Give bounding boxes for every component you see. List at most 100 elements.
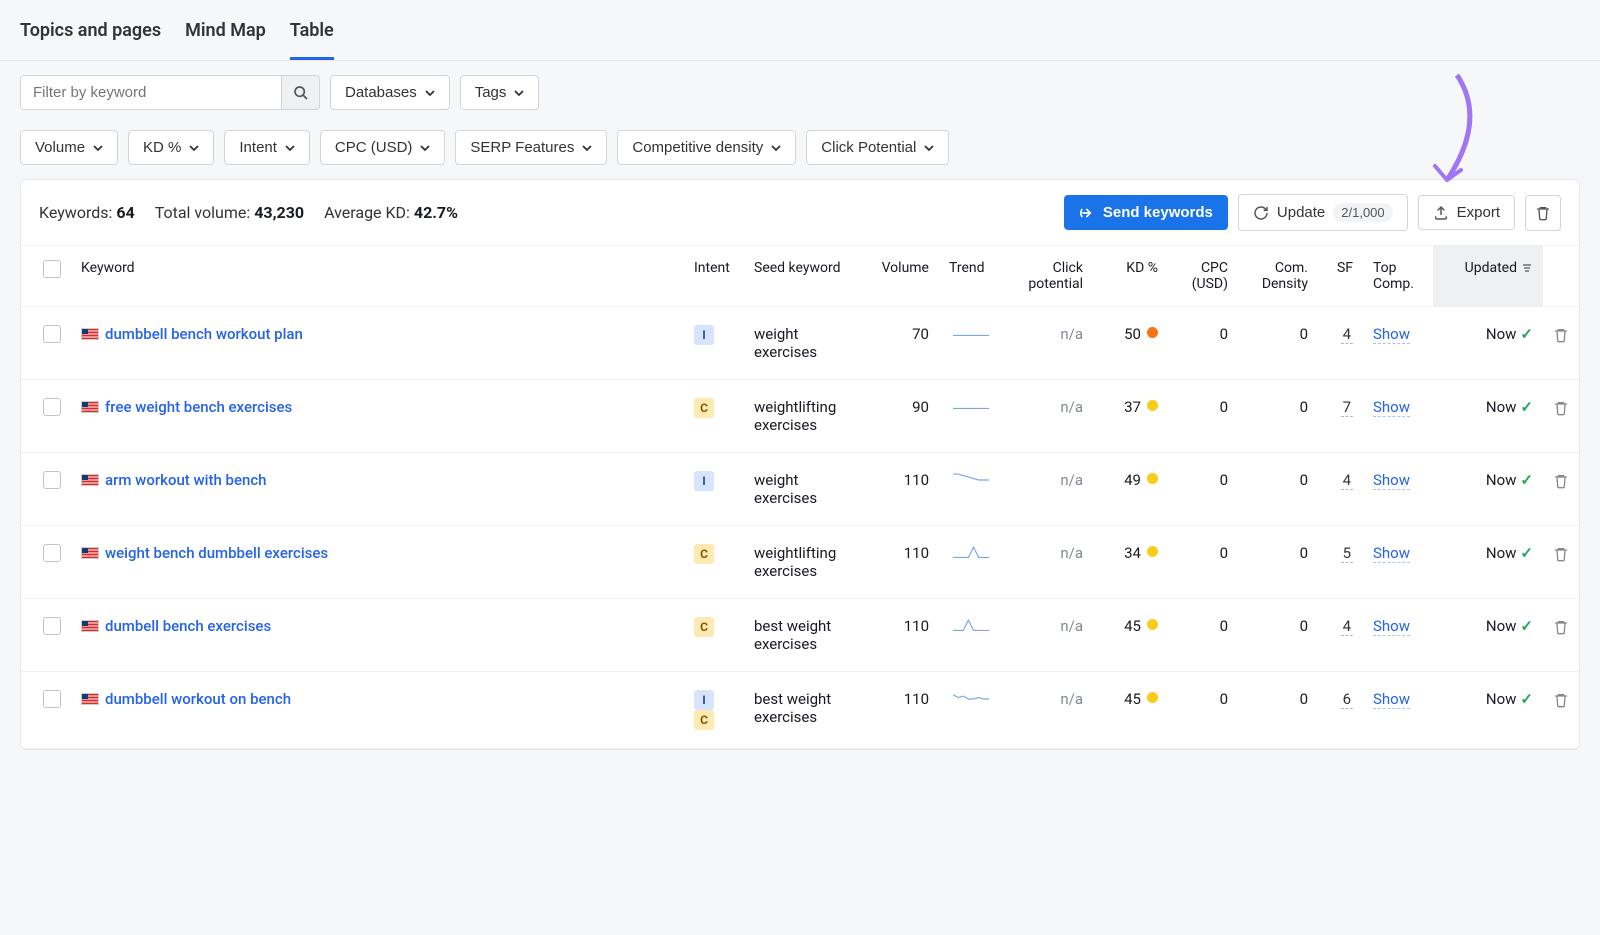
update-button[interactable]: Update 2/1,000	[1238, 194, 1408, 231]
keyword-link[interactable]: dumbbell workout on bench	[105, 690, 291, 708]
table-row: dumbbell bench workout planIweight exerc…	[21, 307, 1579, 380]
volume-value: 110	[864, 453, 939, 526]
tab-mindmap[interactable]: Mind Map	[185, 12, 266, 60]
intent-badge-c: C	[694, 710, 714, 730]
keyword-link[interactable]: weight bench dumbbell exercises	[105, 544, 328, 562]
filter-intent[interactable]: Intent	[224, 130, 310, 165]
chevron-down-icon	[514, 88, 524, 98]
seed-keyword: weightlifting exercises	[744, 380, 864, 453]
col-updated[interactable]: Updated	[1433, 246, 1543, 307]
checkmark-icon: ✓	[1520, 544, 1533, 562]
keyword-link[interactable]: free weight bench exercises	[105, 398, 292, 416]
col-topcomp[interactable]: Top Comp.	[1363, 246, 1433, 307]
keyword-link[interactable]: dumbbell bench workout plan	[105, 325, 303, 343]
chevron-down-icon	[924, 143, 934, 153]
top-comp-show[interactable]: Show	[1373, 398, 1410, 417]
sf-value[interactable]: 4	[1341, 325, 1353, 344]
avgkd-label: Average KD:	[324, 203, 410, 222]
flag-us-icon	[81, 693, 99, 705]
row-checkbox[interactable]	[43, 690, 61, 708]
trash-icon[interactable]	[1553, 619, 1569, 635]
kd-dot-icon	[1147, 327, 1158, 338]
intent-badge-c: C	[694, 398, 714, 418]
seed-keyword: weight exercises	[744, 453, 864, 526]
top-comp-show[interactable]: Show	[1373, 690, 1410, 709]
click-potential-value: n/a	[1003, 526, 1093, 599]
chevron-down-icon	[93, 143, 103, 153]
select-all-checkbox[interactable]	[43, 260, 61, 278]
trend-sparkline	[949, 471, 993, 489]
sf-value[interactable]: 4	[1341, 471, 1353, 490]
tab-topics[interactable]: Topics and pages	[20, 12, 161, 60]
filter-search-button[interactable]	[281, 76, 319, 109]
kd-value: 37	[1093, 380, 1168, 453]
row-checkbox[interactable]	[43, 325, 61, 343]
sort-desc-icon	[1521, 262, 1533, 274]
updated-value: Now	[1486, 398, 1517, 416]
top-comp-show[interactable]: Show	[1373, 544, 1410, 563]
seed-keyword: best weight exercises	[744, 599, 864, 672]
send-keywords-button[interactable]: Send keywords	[1064, 195, 1228, 230]
col-kd[interactable]: KD %	[1093, 246, 1168, 307]
flag-us-icon	[81, 328, 99, 340]
sf-value[interactable]: 5	[1341, 544, 1353, 563]
col-seed[interactable]: Seed keyword	[744, 246, 864, 307]
top-comp-show[interactable]: Show	[1373, 617, 1410, 636]
kd-dot-icon	[1147, 473, 1158, 484]
checkmark-icon: ✓	[1520, 617, 1533, 635]
filter-tags[interactable]: Tags	[460, 75, 540, 110]
click-potential-value: n/a	[1003, 453, 1093, 526]
table-row: dumbell bench exercisesCbest weight exer…	[21, 599, 1579, 672]
sf-value[interactable]: 7	[1341, 398, 1353, 417]
sf-value[interactable]: 4	[1341, 617, 1353, 636]
chevron-down-icon	[425, 88, 435, 98]
trash-icon[interactable]	[1553, 327, 1569, 343]
filter-serp[interactable]: SERP Features	[455, 130, 607, 165]
top-comp-show[interactable]: Show	[1373, 471, 1410, 490]
row-checkbox[interactable]	[43, 544, 61, 562]
col-volume[interactable]: Volume	[864, 246, 939, 307]
col-trend[interactable]: Trend	[939, 246, 1003, 307]
tab-table[interactable]: Table	[290, 12, 334, 60]
kd-value: 45	[1093, 672, 1168, 749]
filter-kd[interactable]: KD %	[128, 130, 214, 165]
keyword-link[interactable]: arm workout with bench	[105, 471, 267, 489]
kd-value: 45	[1093, 599, 1168, 672]
density-value: 0	[1238, 599, 1318, 672]
filter-keyword-input[interactable]	[21, 76, 281, 109]
updated-value: Now	[1486, 690, 1517, 708]
trash-icon[interactable]	[1553, 692, 1569, 708]
col-click[interactable]: Click potential	[1003, 246, 1093, 307]
trash-icon[interactable]	[1553, 546, 1569, 562]
trash-icon[interactable]	[1553, 400, 1569, 416]
col-keyword[interactable]: Keyword	[71, 246, 684, 307]
click-potential-value: n/a	[1003, 599, 1093, 672]
delete-all-button[interactable]	[1525, 195, 1561, 231]
filter-volume[interactable]: Volume	[20, 130, 118, 165]
col-intent[interactable]: Intent	[684, 246, 744, 307]
flag-us-icon	[81, 401, 99, 413]
keyword-link[interactable]: dumbell bench exercises	[105, 617, 271, 635]
checkmark-icon: ✓	[1520, 471, 1533, 489]
cpc-value: 0	[1168, 307, 1238, 380]
filter-cpc[interactable]: CPC (USD)	[320, 130, 446, 165]
intent-badge-i: I	[694, 471, 714, 491]
density-value: 0	[1238, 307, 1318, 380]
col-density[interactable]: Com. Density	[1238, 246, 1318, 307]
sf-value[interactable]: 6	[1341, 690, 1353, 709]
send-icon	[1079, 205, 1095, 221]
row-checkbox[interactable]	[43, 617, 61, 635]
filter-density[interactable]: Competitive density	[617, 130, 796, 165]
row-checkbox[interactable]	[43, 398, 61, 416]
col-sf[interactable]: SF	[1318, 246, 1363, 307]
trash-icon[interactable]	[1553, 473, 1569, 489]
volume-value: 110	[864, 599, 939, 672]
export-button[interactable]: Export	[1418, 195, 1515, 230]
top-comp-show[interactable]: Show	[1373, 325, 1410, 344]
filter-databases[interactable]: Databases	[330, 75, 450, 110]
col-cpc[interactable]: CPC (USD)	[1168, 246, 1238, 307]
checkmark-icon: ✓	[1520, 325, 1533, 343]
chevron-down-icon	[285, 143, 295, 153]
row-checkbox[interactable]	[43, 471, 61, 489]
filter-click[interactable]: Click Potential	[806, 130, 949, 165]
